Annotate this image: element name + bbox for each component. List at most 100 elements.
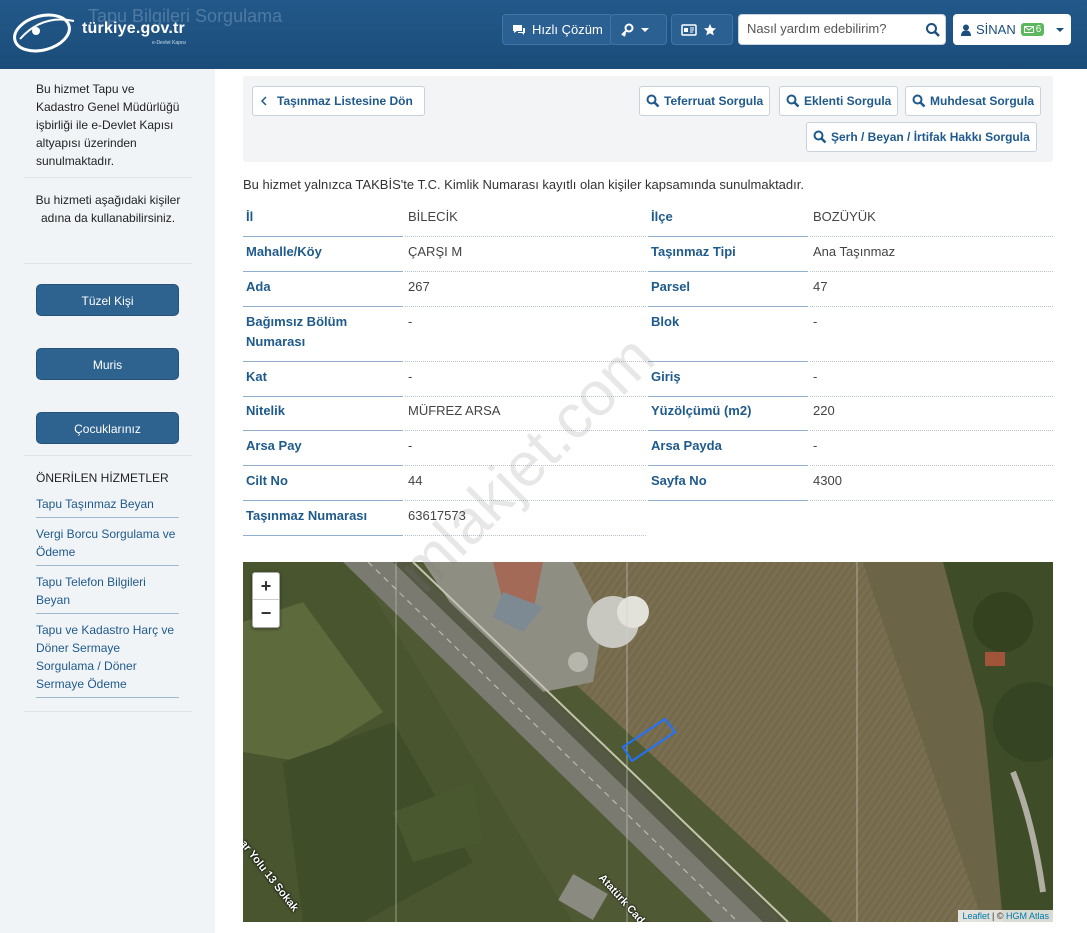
card-favorites-button[interactable] bbox=[671, 14, 733, 45]
quick-solution-button[interactable]: Hızlı Çözüm bbox=[502, 14, 613, 45]
zoom-out-button[interactable]: − bbox=[253, 600, 279, 627]
eklenti-query-button[interactable]: Eklenti Sorgula bbox=[779, 86, 899, 116]
detail-row: Bağımsız Bölüm Numarası - Blok - bbox=[243, 308, 1053, 363]
yuzolcumu-value: 220 bbox=[813, 403, 835, 418]
chevron-down-icon bbox=[1056, 27, 1065, 32]
parsel-value: 47 bbox=[813, 279, 828, 294]
recommended-services-title: ÖNERİLEN HİZMETLER bbox=[36, 471, 169, 485]
message-badge[interactable]: 6 bbox=[1020, 23, 1045, 36]
logo-text: türkiye.gov.tr bbox=[82, 20, 185, 37]
bagimsiz-bolum-label: Bağımsız Bölüm Numarası bbox=[246, 314, 348, 349]
search-icon bbox=[786, 94, 800, 108]
back-to-list-label: Taşınmaz Listesine Dön bbox=[277, 94, 413, 108]
kat-value: - bbox=[408, 369, 413, 384]
user-name: SİNAN bbox=[976, 22, 1016, 37]
parcel-map[interactable]: + − Atatürk Cadde ar Yolu 13 Sokak Leafl… bbox=[243, 562, 1053, 922]
star-icon bbox=[704, 23, 716, 35]
key-menu-button[interactable] bbox=[610, 14, 667, 45]
detail-row: Nitelik MÜFREZ ARSA Yüzölçümü (m2) 220 bbox=[243, 397, 1053, 432]
blok-value: - bbox=[813, 314, 818, 329]
recommended-link-telefon-beyan[interactable]: Tapu Telefon Bilgileri Beyan bbox=[36, 572, 179, 614]
eklenti-query-label: Eklenti Sorgula bbox=[804, 94, 892, 108]
service-notice: Bu hizmet yalnızca TAKBİS'te T.C. Kimlik… bbox=[243, 177, 804, 192]
search-box bbox=[738, 14, 946, 45]
hgm-atlas-link[interactable]: HGM Atlas bbox=[1006, 911, 1049, 921]
parsel-label: Parsel bbox=[651, 279, 691, 294]
zoom-in-button[interactable]: + bbox=[253, 573, 279, 600]
nitelik-label: Nitelik bbox=[246, 403, 286, 418]
detail-row: Arsa Pay - Arsa Payda - bbox=[243, 432, 1053, 467]
search-icon bbox=[646, 94, 660, 108]
teferruat-query-button[interactable]: Teferruat Sorgula bbox=[639, 86, 771, 116]
kat-label: Kat bbox=[246, 369, 267, 384]
sayfa-no-label: Sayfa No bbox=[651, 473, 707, 488]
cocuklariniz-button[interactable]: Çocuklarınız bbox=[36, 412, 179, 444]
user-icon bbox=[961, 24, 971, 36]
recommended-link-vergi-borcu[interactable]: Vergi Borcu Sorgulama ve Ödeme bbox=[36, 524, 179, 566]
logo-swoosh-icon bbox=[13, 13, 75, 53]
mahalle-label: Mahalle/Köy bbox=[246, 244, 322, 259]
teferruat-query-label: Teferruat Sorgula bbox=[664, 94, 764, 108]
quick-solution-label: Hızlı Çözüm bbox=[532, 22, 603, 37]
ilce-label: İlçe bbox=[651, 209, 673, 224]
serh-beyan-irtifak-query-button[interactable]: Şerh / Beyan / İrtifak Hakkı Sorgula bbox=[806, 122, 1037, 152]
blok-label: Blok bbox=[651, 314, 680, 329]
ilce-value: BOZÜYÜK bbox=[813, 209, 876, 224]
tasinmaz-numarasi-value: 63617573 bbox=[408, 508, 466, 523]
detail-row: Cilt No 44 Sayfa No 4300 bbox=[243, 467, 1053, 502]
arsa-payda-value: - bbox=[813, 438, 818, 453]
chevron-left-icon bbox=[260, 96, 267, 106]
tasinmaz-tipi-label: Taşınmaz Tipi bbox=[651, 244, 736, 259]
delegate-info-text: Bu hizmeti aşağıdaki kişiler adına da ku… bbox=[24, 178, 192, 264]
sidebar: Bu hizmet Tapu ve Kadastro Genel Müdürlü… bbox=[0, 69, 215, 933]
chat-icon bbox=[513, 24, 525, 35]
id-card-icon bbox=[681, 23, 697, 36]
cilt-no-value: 44 bbox=[408, 473, 423, 488]
logo-subtext: e-Devlet Kapısı bbox=[152, 40, 187, 46]
map-attribution: Leaflet | © HGM Atlas bbox=[958, 910, 1053, 922]
tasinmaz-tipi-value: Ana Taşınmaz bbox=[813, 244, 896, 259]
muhdesat-query-label: Muhdesat Sorgula bbox=[930, 94, 1035, 108]
attribution-separator: | © bbox=[991, 911, 1004, 921]
sayfa-no-value: 4300 bbox=[813, 473, 842, 488]
message-count: 6 bbox=[1035, 24, 1042, 35]
giris-value: - bbox=[813, 369, 818, 384]
top-header: Tapu Bilgileri Sorgulama türkiye.gov.tr … bbox=[0, 0, 1087, 69]
back-to-list-button[interactable]: Taşınmaz Listesine Dön bbox=[252, 86, 425, 116]
serh-beyan-irtifak-query-label: Şerh / Beyan / İrtifak Hakkı Sorgula bbox=[831, 130, 1030, 144]
ada-value: 267 bbox=[408, 279, 430, 294]
turkiye-gov-logo[interactable]: türkiye.gov.tr e-Devlet Kapısı bbox=[12, 9, 197, 57]
search-icon bbox=[813, 130, 827, 144]
search-icon bbox=[912, 94, 926, 108]
arsa-pay-label: Arsa Pay bbox=[246, 438, 302, 453]
tasinmaz-numarasi-label: Taşınmaz Numarası bbox=[246, 508, 368, 523]
satellite-imagery bbox=[243, 562, 1053, 922]
nitelik-value: MÜFREZ ARSA bbox=[408, 403, 501, 418]
recommended-link-tasinmaz-beyan[interactable]: Tapu Taşınmaz Beyan bbox=[36, 494, 179, 518]
service-info-text: Bu hizmet Tapu ve Kadastro Genel Müdürlü… bbox=[24, 69, 192, 178]
il-label: İl bbox=[246, 209, 254, 224]
arsa-pay-value: - bbox=[408, 438, 413, 453]
recommended-link-harc-doner-sermaye[interactable]: Tapu ve Kadastro Harç ve Döner Sermaye S… bbox=[36, 620, 179, 698]
detail-row: Taşınmaz Numarası 63617573 bbox=[243, 502, 1053, 537]
detail-row: Ada 267 Parsel 47 bbox=[243, 273, 1053, 308]
search-input[interactable] bbox=[747, 21, 922, 36]
muhdesat-query-button[interactable]: Muhdesat Sorgula bbox=[905, 86, 1042, 116]
detail-row: İl BİLECİK İlçe BOZÜYÜK bbox=[243, 203, 1053, 238]
detail-row: Kat - Giriş - bbox=[243, 363, 1053, 398]
giris-label: Giriş bbox=[651, 369, 681, 384]
cilt-no-label: Cilt No bbox=[246, 473, 288, 488]
main-content: Taşınmaz Listesine Dön Teferruat Sorgula… bbox=[215, 69, 1087, 933]
yuzolcumu-label: Yüzölçümü (m2) bbox=[651, 403, 752, 418]
tuzel-kisi-button[interactable]: Tüzel Kişi bbox=[36, 284, 179, 316]
ada-label: Ada bbox=[246, 279, 271, 294]
key-icon bbox=[621, 23, 634, 37]
user-menu[interactable]: SİNAN 6 bbox=[953, 14, 1071, 45]
detail-row: Mahalle/Köy ÇARŞI M Taşınmaz Tipi Ana Ta… bbox=[243, 238, 1053, 273]
chevron-down-icon bbox=[641, 27, 649, 32]
muris-button[interactable]: Muris bbox=[36, 348, 179, 380]
arsa-payda-label: Arsa Payda bbox=[651, 438, 722, 453]
leaflet-link[interactable]: Leaflet bbox=[962, 911, 989, 921]
search-icon[interactable] bbox=[925, 22, 941, 38]
bagimsiz-bolum-value: - bbox=[408, 314, 413, 329]
